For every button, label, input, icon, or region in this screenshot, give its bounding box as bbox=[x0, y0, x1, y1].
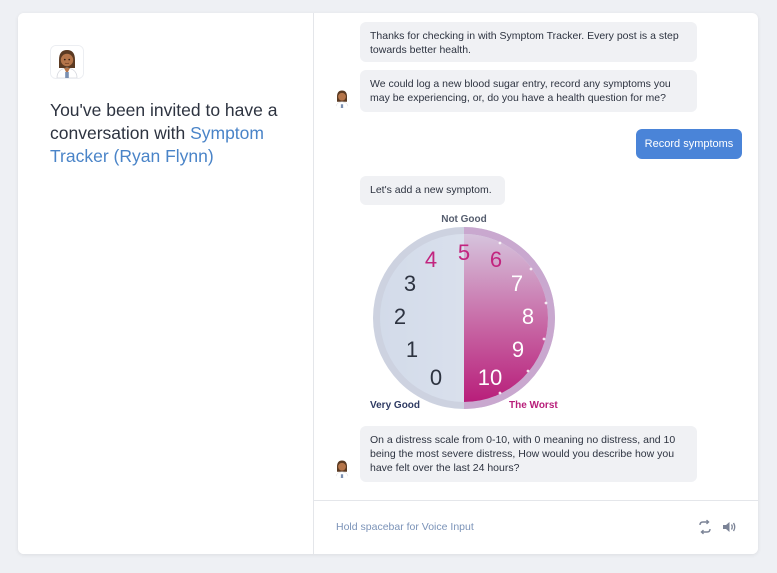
scale-number-0[interactable]: 0 bbox=[430, 365, 442, 390]
distress-scale-graphic: Not Good Very Good The Worst 0 1 2 3 4 5… bbox=[370, 214, 558, 411]
scale-number-8[interactable]: 8 bbox=[522, 304, 534, 329]
bot-message: We could log a new blood sugar entry, re… bbox=[360, 70, 697, 112]
bot-message: On a distress scale from 0-10, with 0 me… bbox=[360, 426, 697, 482]
conversation-card: You've been invited to have a conversati… bbox=[18, 13, 758, 554]
invite-text: You've been invited to have a conversati… bbox=[50, 99, 290, 168]
user-message-record-symptoms: Record symptoms bbox=[636, 129, 742, 159]
scale-number-10[interactable]: 10 bbox=[478, 365, 502, 390]
voice-input-hint: Hold spacebar for Voice Input bbox=[336, 521, 474, 533]
scale-number-6[interactable]: 6 bbox=[490, 247, 502, 272]
bot-message: Let's add a new symptom. bbox=[360, 176, 505, 205]
doctor-avatar-icon bbox=[50, 45, 84, 79]
scale-number-2[interactable]: 2 bbox=[394, 304, 406, 329]
bot-message: Thanks for checking in with Symptom Trac… bbox=[360, 22, 697, 62]
doctor-avatar-icon bbox=[332, 88, 352, 108]
right-scale-label: The Worst bbox=[509, 400, 558, 411]
top-scale-label: Not Good bbox=[441, 214, 487, 225]
scale-number-3[interactable]: 3 bbox=[404, 271, 416, 296]
chat-thread: Thanks for checking in with Symptom Trac… bbox=[314, 13, 758, 500]
doctor-avatar-icon bbox=[332, 458, 352, 478]
scale-number-9[interactable]: 9 bbox=[512, 337, 524, 362]
distress-scale-dial[interactable]: Not Good Very Good The Worst 0 1 2 3 4 5… bbox=[366, 211, 562, 417]
scale-number-4[interactable]: 4 bbox=[425, 247, 437, 272]
input-footer: Hold spacebar for Voice Input bbox=[314, 500, 758, 554]
speaker-icon[interactable] bbox=[720, 518, 738, 536]
left-scale-label: Very Good bbox=[370, 400, 420, 411]
invite-panel: You've been invited to have a conversati… bbox=[18, 13, 314, 554]
refresh-icon[interactable] bbox=[696, 518, 714, 536]
scale-number-5[interactable]: 5 bbox=[458, 240, 470, 265]
scale-number-7[interactable]: 7 bbox=[511, 271, 523, 296]
scale-number-1[interactable]: 1 bbox=[406, 337, 418, 362]
